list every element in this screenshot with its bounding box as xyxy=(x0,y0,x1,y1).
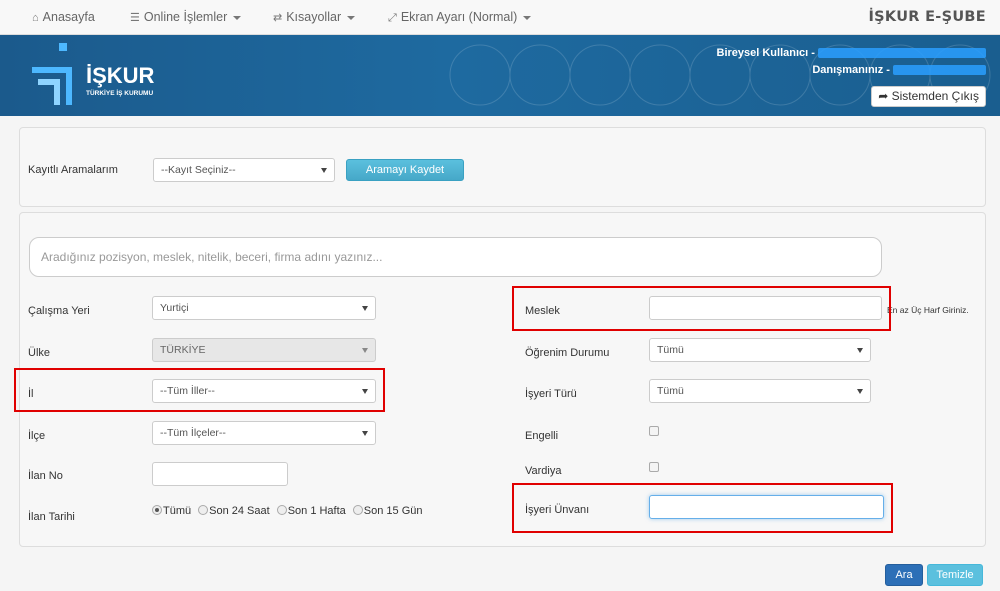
redacted-advisor-name xyxy=(893,65,986,76)
list-icon: ☰ xyxy=(130,12,140,24)
ad-date-option-24h[interactable]: Son 24 Saat xyxy=(198,505,270,517)
district-label: İlçe xyxy=(28,430,46,442)
iskur-logo[interactable]: İŞKUR TÜRKİYE İŞ KURUMU xyxy=(30,43,180,108)
expand-icon: ⤢ xyxy=(388,12,397,24)
ad-date-option-all[interactable]: Tümü xyxy=(152,505,191,517)
saved-searches-panel: Kayıtlı Aramalarım --Kayıt Seçiniz-- Ara… xyxy=(19,127,986,207)
workplace-value: Yurtiçi xyxy=(160,302,189,314)
redacted-user-name xyxy=(818,48,986,59)
logo-title: İŞKUR xyxy=(86,63,155,88)
ad-date-option-label: Son 1 Hafta xyxy=(287,505,346,517)
clear-button[interactable]: Temizle xyxy=(927,564,983,586)
dropdown-arrow-icon xyxy=(362,348,368,353)
shift-label: Vardiya xyxy=(525,465,562,477)
nav-shortcuts[interactable]: ⇄ Kısayollar xyxy=(273,0,356,35)
user-label: Bireysel Kullanıcı - xyxy=(716,47,815,59)
ad-no-input[interactable] xyxy=(152,462,288,486)
ad-date-option-15days[interactable]: Son 15 Gün xyxy=(352,505,423,517)
highlight-profession xyxy=(512,286,891,331)
nav-screen-settings[interactable]: ⤢ Ekran Ayarı (Normal) xyxy=(388,0,532,35)
nav-online-operations[interactable]: ☰ Online İşlemler xyxy=(130,0,242,35)
dropdown-arrow-icon xyxy=(362,431,368,436)
dropdown-arrow-icon xyxy=(362,306,368,311)
search-button[interactable]: Ara xyxy=(885,564,923,586)
main-content: Kayıtlı Aramalarım --Kayıt Seçiniz-- Ara… xyxy=(0,116,1000,591)
ad-date-option-1week[interactable]: Son 1 Hafta xyxy=(276,505,346,517)
header-banner: İŞKUR TÜRKİYE İŞ KURUMU Bireysel Kullanı… xyxy=(0,35,1000,116)
radio-checked-icon xyxy=(152,505,162,515)
chevron-down-icon xyxy=(233,15,242,20)
nav-shortcuts-label: Kısayollar xyxy=(286,10,342,24)
district-value: --Tüm İlçeler-- xyxy=(160,427,226,439)
chevron-down-icon xyxy=(523,15,532,20)
country-value: TÜRKİYE xyxy=(160,344,206,356)
nav-home-label: Anasayfa xyxy=(42,10,95,24)
education-label: Öğrenim Durumu xyxy=(525,347,610,359)
keyword-search-placeholder: Aradığınız pozisyon, meslek, nitelik, be… xyxy=(41,250,383,264)
site-brand: İŞKUR E-ŞUBE xyxy=(868,9,986,25)
workplace-select[interactable]: Yurtiçi xyxy=(152,296,376,320)
ad-date-option-label: Son 15 Gün xyxy=(363,505,423,517)
dropdown-arrow-icon xyxy=(857,348,863,353)
district-select[interactable]: --Tüm İlçeler-- xyxy=(152,421,376,445)
saved-search-select[interactable]: --Kayıt Seçiniz-- xyxy=(153,158,335,182)
employer-type-select[interactable]: Tümü xyxy=(649,379,871,403)
country-label: Ülke xyxy=(28,347,51,359)
ad-date-radio-group: Tümü Son 24 Saat Son 1 Hafta Son 15 Gün xyxy=(152,505,430,517)
highlight-employer-title xyxy=(512,483,893,533)
shuffle-icon: ⇄ xyxy=(273,12,283,24)
nav-screen-label: Ekran Ayarı (Normal) xyxy=(400,10,518,24)
highlight-province xyxy=(14,368,385,412)
disabled-label: Engelli xyxy=(525,430,559,442)
logout-label: Sistemden Çıkış xyxy=(891,89,979,103)
ad-date-option-label: Tümü xyxy=(163,505,192,517)
logout-button[interactable]: ➦ Sistemden Çıkış xyxy=(871,86,986,107)
workplace-label: Çalışma Yeri xyxy=(28,305,90,317)
shift-checkbox[interactable] xyxy=(649,462,659,472)
top-navbar: ⌂ Anasayfa ☰ Online İşlemler ⇄ Kısayollar ⤢… xyxy=(0,0,1000,35)
share-icon: ➦ xyxy=(878,89,889,103)
keyword-search-input[interactable]: Aradığınız pozisyon, meslek, nitelik, be… xyxy=(29,237,882,277)
employer-type-value: Tümü xyxy=(657,385,684,397)
ad-date-option-label: Son 24 Saat xyxy=(209,505,270,517)
saved-searches-label: Kayıtlı Aramalarım xyxy=(28,164,118,176)
saved-search-value: --Kayıt Seçiniz-- xyxy=(161,164,236,176)
dropdown-arrow-icon xyxy=(321,168,327,173)
country-select: TÜRKİYE xyxy=(152,338,376,362)
disabled-checkbox[interactable] xyxy=(649,426,659,436)
nav-home[interactable]: ⌂ Anasayfa xyxy=(32,0,95,35)
education-value: Tümü xyxy=(657,344,684,356)
radio-icon xyxy=(276,505,287,515)
save-search-button[interactable]: Aramayı Kaydet xyxy=(346,159,464,181)
logo-subtitle: TÜRKİYE İŞ KURUMU xyxy=(86,90,154,97)
employer-type-label: İşyeri Türü xyxy=(525,388,577,400)
nav-online-label: Online İşlemler xyxy=(143,10,228,24)
ad-no-label: İlan No xyxy=(28,470,63,482)
education-select[interactable]: Tümü xyxy=(649,338,871,362)
advisor-label: Danışmanınız - xyxy=(812,64,890,76)
profession-hint: En az Üç Harf Giriniz. xyxy=(887,305,969,315)
user-info: Bireysel Kullanıcı - Danışmanınız - xyxy=(716,45,986,79)
home-icon: ⌂ xyxy=(32,12,39,24)
radio-icon xyxy=(352,505,363,515)
dropdown-arrow-icon xyxy=(857,389,863,394)
ad-date-label: İlan Tarihi xyxy=(28,511,75,523)
chevron-down-icon xyxy=(347,15,356,20)
radio-icon xyxy=(198,505,209,515)
